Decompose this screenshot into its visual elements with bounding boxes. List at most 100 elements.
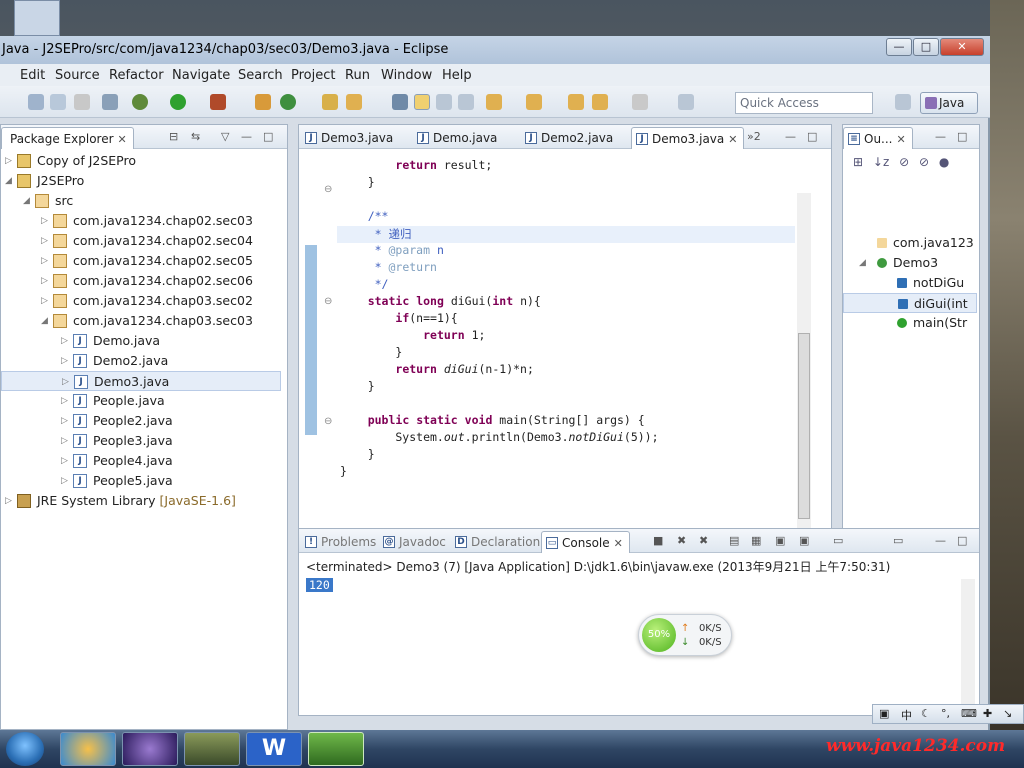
- back-icon[interactable]: [592, 94, 608, 110]
- tab-outline[interactable]: ≡ Ou... ✕: [843, 127, 913, 149]
- expand-arrow-icon[interactable]: ▷: [61, 416, 68, 426]
- tree-item-java[interactable]: ▷ J People.java: [1, 391, 281, 411]
- toggle-mark-occurrences-icon[interactable]: [392, 94, 408, 110]
- pin-editor-icon[interactable]: [678, 94, 694, 110]
- tab-demo3-a[interactable]: J Demo3.java: [301, 127, 399, 149]
- tree-item-java[interactable]: ▷ J Demo2.java: [1, 351, 281, 371]
- expand-arrow-icon[interactable]: ▷: [5, 156, 12, 166]
- word-wrap-icon[interactable]: ▣: [775, 534, 785, 547]
- java-perspective-button[interactable]: Java: [920, 92, 978, 114]
- minimize-button[interactable]: —: [886, 38, 912, 56]
- quick-access-input[interactable]: Quick Access: [735, 92, 873, 114]
- forward-icon[interactable]: [632, 94, 648, 110]
- ime-moon-icon[interactable]: ☾: [921, 707, 931, 720]
- menu-navigate[interactable]: Navigate: [172, 68, 230, 83]
- scroll-thumb[interactable]: [798, 333, 810, 519]
- tab-javadoc[interactable]: @ Javadoc: [379, 531, 452, 553]
- print-icon[interactable]: [74, 94, 90, 110]
- run-icon[interactable]: [170, 94, 186, 110]
- menu-help[interactable]: Help: [442, 68, 472, 83]
- close-icon[interactable]: ✕: [614, 537, 623, 550]
- code-editor[interactable]: return result; } /** * 递归 * @param n * @…: [340, 158, 796, 498]
- hide-fields-icon[interactable]: ⊘: [899, 155, 909, 169]
- minimize-view-icon[interactable]: —: [785, 130, 796, 143]
- display-console-icon[interactable]: ▭: [833, 534, 843, 547]
- outline-item[interactable]: main(Str: [843, 313, 977, 333]
- taskbar-eclipse[interactable]: [122, 732, 178, 766]
- menu-run[interactable]: Run: [345, 68, 370, 83]
- tree-item-package[interactable]: ▷ com.java1234.chap03.sec02: [1, 291, 281, 311]
- start-button[interactable]: [6, 732, 44, 766]
- close-icon[interactable]: ✕: [118, 133, 127, 146]
- expand-arrow-icon[interactable]: ▷: [5, 496, 12, 506]
- tree-item-java[interactable]: ▷ J People5.java: [1, 471, 281, 491]
- menu-window[interactable]: Window: [381, 68, 432, 83]
- menu-edit[interactable]: Edit: [20, 68, 45, 83]
- collapse-arrow-icon[interactable]: ◢: [5, 176, 12, 186]
- debug-icon[interactable]: [132, 94, 148, 110]
- minimize-view-icon[interactable]: —: [241, 130, 252, 143]
- next-annotation-icon[interactable]: [486, 94, 502, 110]
- menu-refactor[interactable]: Refactor: [109, 68, 164, 83]
- new-class-icon[interactable]: [280, 94, 296, 110]
- highlight-icon[interactable]: [414, 94, 430, 110]
- sort-icon[interactable]: ⊞: [853, 155, 863, 169]
- taskbar-app[interactable]: [184, 732, 240, 766]
- outline-item[interactable]: ◢ Demo3: [843, 253, 977, 273]
- taskbar-media-player[interactable]: [60, 732, 116, 766]
- menu-project[interactable]: Project: [291, 68, 335, 83]
- save-icon[interactable]: [28, 94, 44, 110]
- expand-arrow-icon[interactable]: ▷: [61, 436, 68, 446]
- console-output[interactable]: 120: [306, 578, 333, 592]
- save-all-icon[interactable]: [50, 94, 66, 110]
- taskbar-recorder[interactable]: [308, 732, 364, 766]
- outline-item[interactable]: diGui(int: [843, 293, 977, 313]
- expand-arrow-icon[interactable]: ▷: [41, 256, 48, 266]
- maximize-button[interactable]: □: [913, 38, 939, 56]
- tree-item-java[interactable]: ▷ J People2.java: [1, 411, 281, 431]
- remove-all-icon[interactable]: ✖: [699, 534, 708, 547]
- ime-lang[interactable]: 中: [901, 707, 912, 723]
- expand-arrow-icon[interactable]: ▷: [61, 476, 68, 486]
- scroll-lock-icon[interactable]: ▦: [751, 534, 761, 547]
- block-selection-icon[interactable]: [436, 94, 452, 110]
- tab-console[interactable]: ▭ Console ✕: [541, 531, 630, 553]
- fold-icon[interactable]: ⊖: [324, 184, 332, 195]
- desktop-icon[interactable]: [14, 0, 60, 36]
- ime-bar[interactable]: ▣ 中 ☾ °, ⌨ ✚ ↘: [872, 704, 1024, 724]
- last-edit-icon[interactable]: [568, 94, 584, 110]
- tree-item-package[interactable]: ▷ com.java1234.chap02.sec06: [1, 271, 281, 291]
- tree-item-package[interactable]: ▷ com.java1234.chap02.sec05: [1, 251, 281, 271]
- expand-arrow-icon[interactable]: ▷: [41, 296, 48, 306]
- tree-item-java[interactable]: ▷ J Demo.java: [1, 331, 281, 351]
- vertical-scrollbar[interactable]: [797, 193, 811, 533]
- minimize-view-icon[interactable]: —: [935, 534, 946, 547]
- tab-package-explorer[interactable]: Package Explorer ✕: [1, 127, 134, 149]
- close-tab-icon[interactable]: ✕: [728, 133, 737, 146]
- expand-arrow-icon[interactable]: ▷: [61, 456, 68, 466]
- collapse-arrow-icon[interactable]: ◢: [859, 258, 866, 268]
- skip-breakpoints-icon[interactable]: [102, 94, 118, 110]
- tree-item-java[interactable]: ▷ J Demo3.java: [1, 371, 281, 391]
- view-menu-icon[interactable]: ▽: [221, 130, 229, 143]
- expand-arrow-icon[interactable]: ▷: [61, 396, 68, 406]
- open-console-icon[interactable]: ▭: [893, 534, 903, 547]
- ime-tools-icon[interactable]: ✚: [983, 707, 992, 720]
- clear-console-icon[interactable]: ▤: [729, 534, 739, 547]
- maximize-view-icon[interactable]: □: [957, 130, 967, 143]
- minimize-view-icon[interactable]: —: [935, 130, 946, 143]
- tree-item-java[interactable]: ▷ J People4.java: [1, 451, 281, 471]
- hide-static-icon[interactable]: ⊘: [919, 155, 929, 169]
- tree-item-package[interactable]: ▷ com.java1234.chap02.sec03: [1, 211, 281, 231]
- expand-arrow-icon[interactable]: ▷: [41, 276, 48, 286]
- menu-search[interactable]: Search: [238, 68, 283, 83]
- ime-icon[interactable]: ▣: [879, 707, 889, 720]
- sort-alpha-icon[interactable]: ↓z: [873, 155, 889, 169]
- expand-arrow-icon[interactable]: ▷: [61, 336, 68, 346]
- open-type-icon[interactable]: [322, 94, 338, 110]
- external-tools-icon[interactable]: [210, 94, 226, 110]
- search-icon[interactable]: [346, 94, 362, 110]
- show-whitespace-icon[interactable]: [458, 94, 474, 110]
- vertical-scrollbar[interactable]: [961, 579, 975, 709]
- ime-punct-icon[interactable]: °,: [941, 707, 950, 720]
